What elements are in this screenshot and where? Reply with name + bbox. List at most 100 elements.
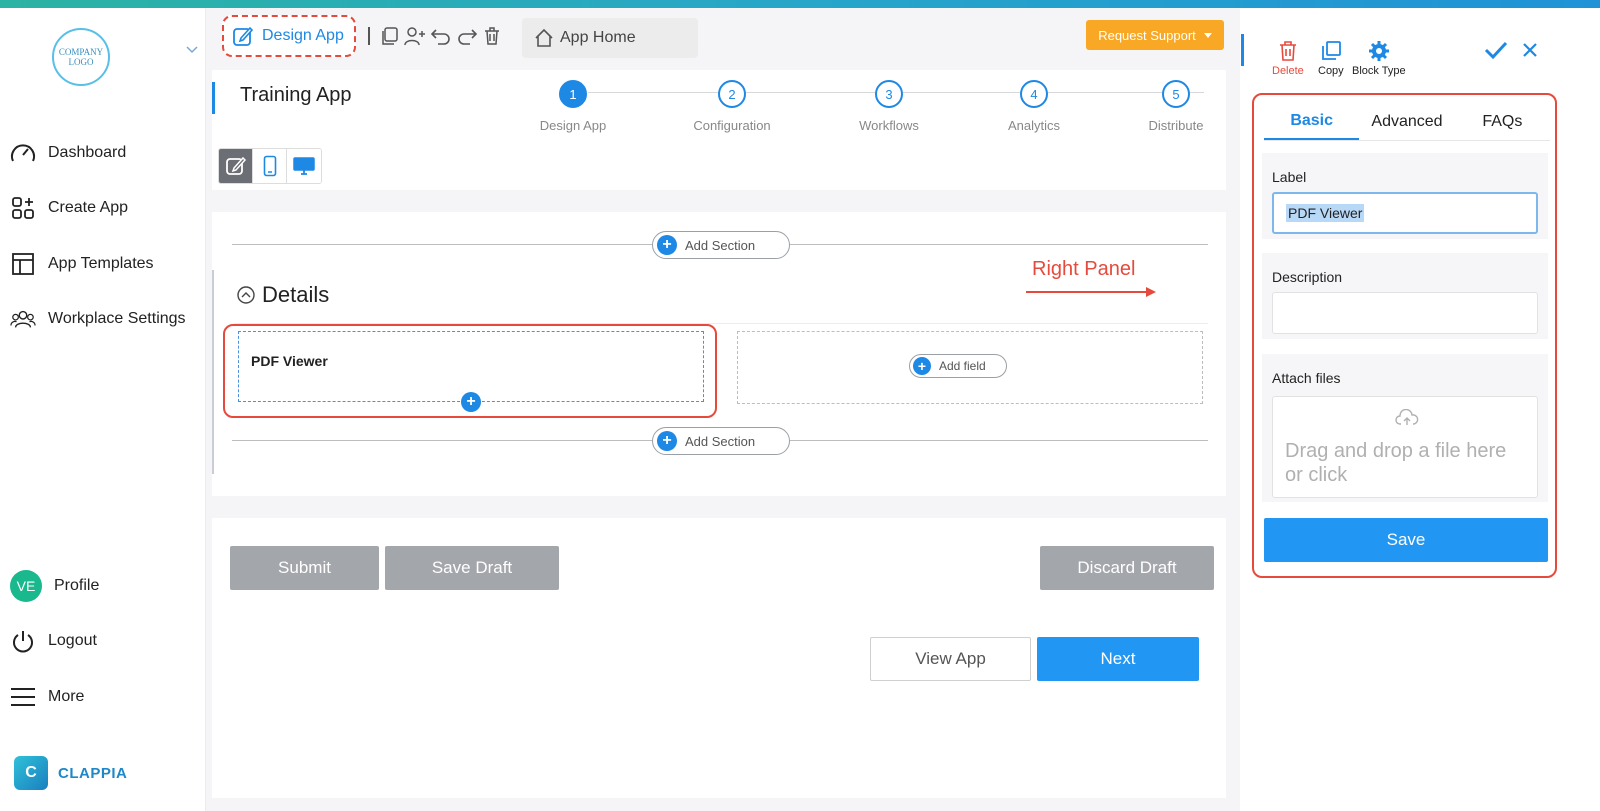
app-home-label: App Home [560,29,636,46]
mobile-view-icon[interactable] [253,149,287,183]
chevron-down-icon[interactable] [186,46,198,54]
tab-advanced[interactable]: Advanced [1359,103,1454,140]
design-app-tab[interactable]: Design App [222,15,356,57]
field-label: Description [1272,269,1343,285]
request-support-button[interactable]: Request Support [1086,20,1224,50]
trash-icon [1278,40,1298,62]
company-logo[interactable]: COMPANY LOGO [52,28,110,86]
block-type-button[interactable]: Block Type [1352,40,1406,77]
delete-block-button[interactable]: Delete [1272,40,1304,77]
submit-button[interactable]: Submit [230,546,379,590]
form-actions-card: Submit Save Draft Discard Draft View App… [212,518,1226,798]
layout-icon [10,251,36,277]
toolbar [368,26,502,46]
sidebar-item-label: Workplace Settings [48,310,186,327]
step-label: Distribute [1148,118,1204,133]
dropzone-text: Drag and drop a file here or click [1285,440,1507,486]
label-input[interactable]: PDF Viewer [1272,192,1538,234]
section-title: Details [262,282,330,307]
brand: C CLAPPIA [14,756,127,790]
sidebar-item-more[interactable]: More [10,682,84,712]
field-label: Attach files [1272,370,1341,386]
copy-block-button[interactable]: Copy [1318,40,1344,77]
next-button[interactable]: Next [1037,637,1199,681]
copy-icon[interactable] [380,26,400,46]
check-icon[interactable] [1484,40,1508,60]
step-distribute[interactable]: 5 Distribute [1116,80,1236,133]
save-draft-button[interactable]: Save Draft [385,546,559,590]
app-header-card: Training App 1 Design App 2 Configuratio… [212,70,1226,190]
section-header[interactable]: Details [236,282,329,308]
trash-icon[interactable] [482,26,502,46]
divider [368,27,370,45]
accent-bar [212,82,215,114]
sidebar-item-label: Logout [48,632,97,649]
step-label: Workflows [859,118,919,133]
right-panel: Delete Copy Block Type Basic Advanced FA… [1240,8,1600,811]
desktop-view-icon[interactable] [287,149,321,183]
sidebar-item-create-app[interactable]: Create App [10,193,128,223]
empty-field-slot: + Add field [737,331,1203,404]
close-icon[interactable] [1522,42,1538,58]
redo-icon[interactable] [456,26,478,46]
sidebar: COMPANY LOGO Dashboard Create App App Te… [0,8,206,811]
label-input-value: PDF Viewer [1286,204,1365,222]
add-field-label: Add field [939,359,986,373]
right-panel-annotation: Right Panel [1032,258,1136,280]
plus-icon: + [461,392,481,412]
sidebar-item-workplace-settings[interactable]: Workplace Settings [10,304,186,334]
step-analytics[interactable]: 4 Analytics [974,80,1094,133]
tab-basic[interactable]: Basic [1264,103,1360,140]
edit-icon [232,25,254,47]
property-tabs: Basic Advanced FAQs [1264,103,1550,141]
section-bar [212,270,214,474]
edit-view-icon[interactable] [219,149,253,183]
delete-label: Delete [1272,65,1304,77]
brand-name: CLAPPIA [58,764,128,782]
menu-icon [10,684,36,710]
sidebar-item-dashboard[interactable]: Dashboard [10,138,126,168]
discard-draft-button[interactable]: Discard Draft [1040,546,1214,590]
app-home-tab[interactable]: App Home [522,18,698,58]
step-configuration[interactable]: 2 Configuration [672,80,792,133]
sidebar-item-app-templates[interactable]: App Templates [10,249,154,279]
sidebar-item-logout[interactable]: Logout [10,626,97,656]
users-icon [10,306,36,332]
add-section-button-top[interactable]: + Add Section [652,231,790,259]
add-section-button-bottom[interactable]: + Add Section [652,427,790,455]
save-button[interactable]: Save [1264,518,1548,562]
grid-plus-icon [10,195,36,221]
request-support-label: Request Support [1098,27,1196,43]
step-number: 3 [875,80,903,108]
power-icon [10,628,36,654]
copy-label: Copy [1318,65,1344,77]
add-user-icon[interactable] [404,26,426,46]
description-field-group: Description [1262,253,1548,339]
cloud-upload-icon [1395,409,1419,427]
design-app-label: Design App [262,27,344,44]
design-canvas: + Add Section Right Panel Details PDF Vi… [212,212,1226,496]
undo-icon[interactable] [430,26,452,46]
home-icon [534,28,554,48]
speedometer-icon [10,140,36,166]
add-below-button[interactable]: + [461,392,481,412]
view-app-button[interactable]: View App [870,637,1031,681]
file-dropzone[interactable]: Drag and drop a file here or click [1272,396,1538,498]
sidebar-item-profile[interactable]: VE Profile [10,570,99,602]
field-label: Label [1272,169,1307,185]
step-number: 1 [559,80,587,108]
sidebar-item-label: Dashboard [48,144,127,161]
step-label: Configuration [693,118,771,133]
plus-icon: + [657,431,677,451]
accent-bar [1241,34,1244,66]
step-label: Design App [539,118,607,133]
add-field-button[interactable]: + Add field [909,354,1007,378]
step-design-app[interactable]: 1 Design App [513,80,633,133]
collapse-icon[interactable] [236,285,256,305]
sidebar-item-label: App Templates [48,255,154,272]
description-input[interactable] [1272,292,1538,334]
step-workflows[interactable]: 3 Workflows [829,80,949,133]
pdf-viewer-field[interactable]: PDF Viewer + [238,331,704,412]
tab-faqs[interactable]: FAQs [1455,103,1550,140]
step-number: 5 [1162,80,1190,108]
